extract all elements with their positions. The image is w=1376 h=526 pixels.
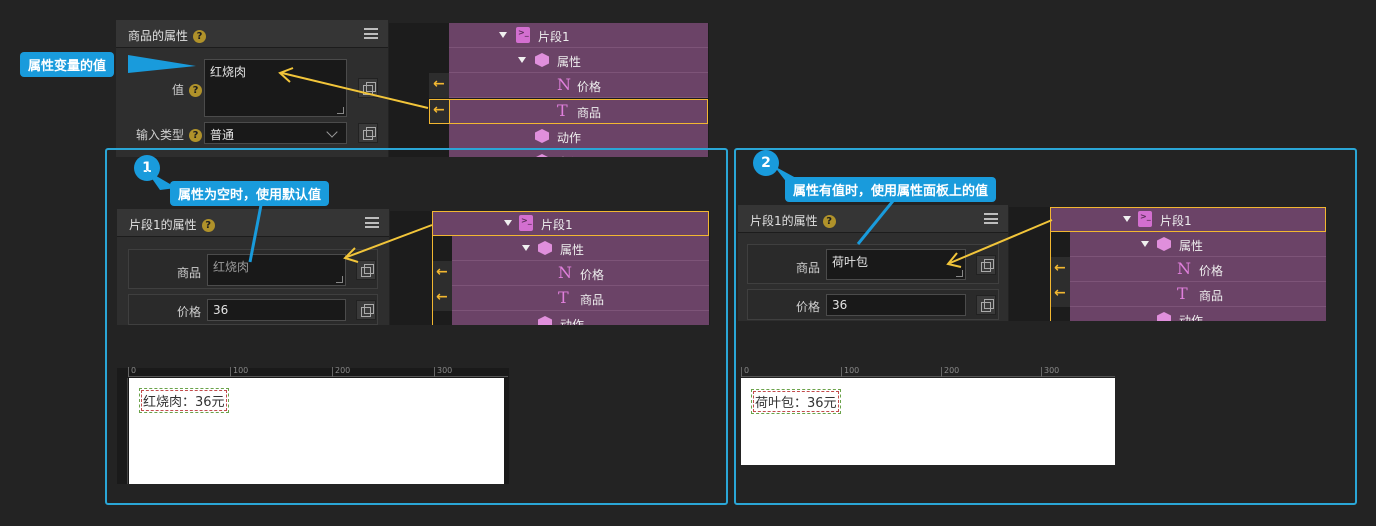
annotation-arrows: [248, 67, 1053, 268]
